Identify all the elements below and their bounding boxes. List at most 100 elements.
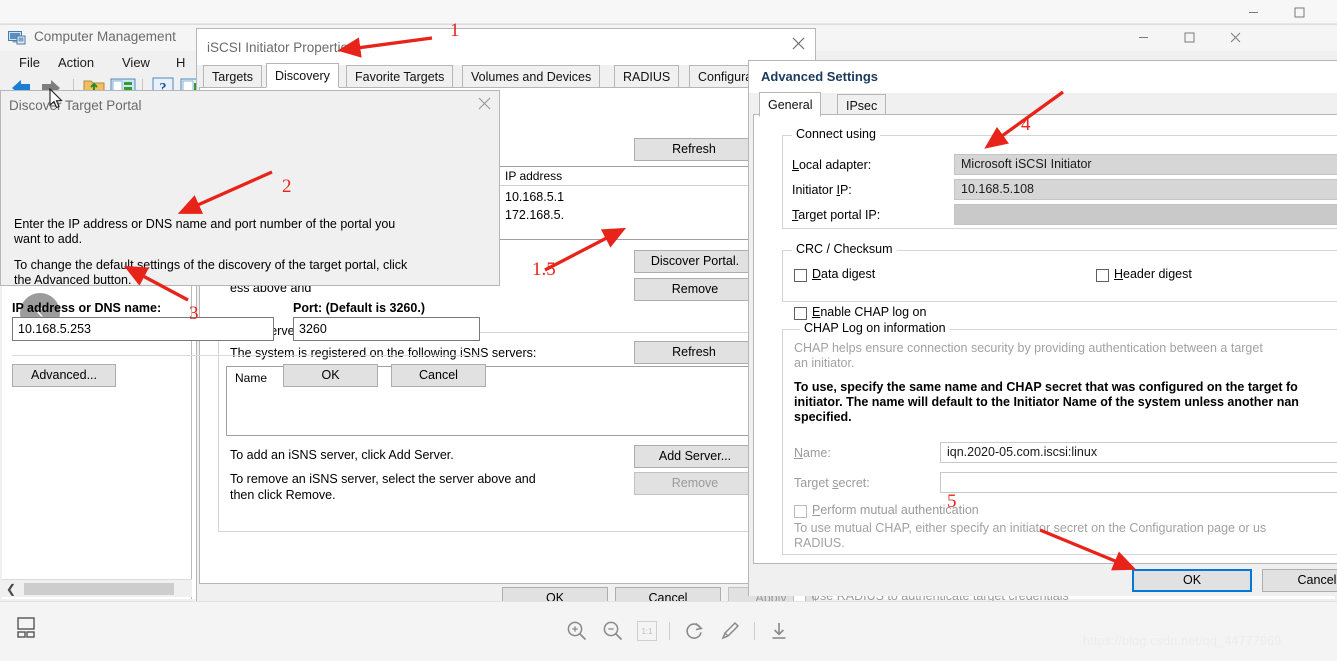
cm-maximize-button[interactable]	[1166, 25, 1212, 49]
row-1-ip: 172.168.5.	[505, 208, 565, 222]
crc-checksum-group-title: CRC / Checksum	[792, 242, 897, 256]
iscsi-titlebar: iSCSI Initiator Properties	[197, 29, 815, 65]
computer-management-title: Computer Management	[34, 29, 176, 44]
advanced-settings-dialog: Advanced Settings General IPsec Connect …	[748, 60, 1337, 604]
local-adapter-label: Local adapter:	[792, 158, 872, 172]
target-secret-label: Target secret:	[794, 476, 870, 490]
dtp-close-button[interactable]	[478, 97, 491, 115]
mutual-desc-line1: To use mutual CHAP, either specify an in…	[794, 521, 1267, 535]
initiator-ip-field[interactable]: 10.168.5.108	[954, 179, 1337, 200]
chap-name-field[interactable]: iqn.2020-05.com.iscsi:linux	[940, 442, 1337, 463]
port-label: Port: (Default is 3260.)	[293, 301, 425, 315]
ip-address-label: IP address or DNS name:	[12, 301, 162, 315]
viewer-top-bar	[0, 0, 1337, 24]
cm-close-button[interactable]	[1212, 25, 1258, 49]
add-server-button[interactable]: Add Server...	[634, 445, 756, 468]
header-digest-checkbox[interactable]	[1096, 269, 1109, 282]
column-ip-address: IP address	[505, 169, 563, 183]
adv-cancel-button[interactable]: Cancel	[1262, 569, 1337, 592]
isns-refresh-button[interactable]: Refresh	[634, 341, 754, 364]
viewer-minimize-button[interactable]	[1230, 0, 1276, 24]
isns-remove-button[interactable]: Remove	[634, 472, 756, 495]
isns-add-hint: To add an iSNS server, click Add Server.	[230, 448, 454, 462]
chap-logon-group-title: CHAP Log on information	[800, 321, 950, 335]
cm-minimize-button[interactable]	[1120, 25, 1166, 49]
row-0-ip: 10.168.5.1	[505, 190, 565, 204]
target-secret-field[interactable]	[940, 472, 1337, 493]
rotate-icon[interactable]	[682, 619, 706, 643]
target-portal-ip-label: Target portal IP:	[792, 208, 881, 222]
iscsi-tabstrip: Targets Discovery Favorite Targets Volum…	[199, 63, 815, 88]
tab-discovery[interactable]: Discovery	[266, 63, 339, 88]
console-tree-hscrollbar[interactable]: ❮	[2, 579, 192, 597]
download-icon[interactable]	[767, 619, 791, 643]
enable-chap-checkbox[interactable]	[794, 307, 807, 320]
scroll-left-arrow[interactable]: ❮	[6, 582, 16, 596]
gallery-view-icon[interactable]	[16, 617, 38, 646]
computer-management-window-controls	[1120, 25, 1258, 49]
annotation-number-4: 4	[1021, 114, 1031, 135]
toolbar-separator-2	[754, 622, 755, 640]
discover-portal-button[interactable]: Discover Portal.	[634, 250, 756, 273]
local-adapter-label-text: ocal adapter:	[798, 158, 872, 172]
tab-targets[interactable]: Targets	[203, 65, 262, 88]
isns-remove-hint-line2: then click Remove.	[230, 488, 336, 502]
zoom-out-icon[interactable]	[601, 619, 625, 643]
enable-chap-label: Enable CHAP log on	[812, 305, 927, 319]
tab-radius[interactable]: RADIUS	[614, 65, 680, 88]
chap-desc2-line2: initiator. The name will default to the …	[794, 395, 1299, 409]
dtp-titlebar: Discover Target Portal	[1, 91, 499, 123]
adv-titlebar: Advanced Settings	[749, 61, 1337, 93]
edit-pencil-icon[interactable]	[718, 619, 742, 643]
annotation-number-1-5: 1.5	[532, 259, 556, 280]
isns-heading: The system is registered on the followin…	[230, 346, 537, 360]
target-portal-ip-field[interactable]	[954, 204, 1337, 225]
advanced-button[interactable]: Advanced...	[12, 364, 116, 387]
actual-size-icon[interactable]: 1:1	[637, 621, 657, 641]
adv-ok-button[interactable]: OK	[1132, 569, 1252, 592]
remove-portal-button[interactable]: Remove	[634, 278, 756, 301]
viewer-close-button[interactable]	[1322, 0, 1337, 24]
annotation-number-2: 2	[282, 176, 292, 197]
scroll-thumb[interactable]	[24, 583, 174, 595]
tab-favorite-targets[interactable]: Favorite Targets	[346, 65, 454, 88]
discover-target-portal-dialog: Discover Target Portal Enter the IP addr…	[0, 90, 500, 387]
annotation-number-3: 3	[189, 303, 199, 324]
data-digest-label: Data digest	[812, 267, 876, 281]
dtp-separator	[12, 355, 482, 356]
initiator-ip-label: Initiator IP:	[792, 183, 852, 197]
data-digest-checkbox[interactable]	[794, 269, 807, 282]
header-digest-label: Header digest	[1114, 267, 1192, 281]
target-portals-refresh-button[interactable]: Refresh	[634, 138, 754, 161]
menu-help[interactable]: H	[171, 54, 190, 71]
viewer-toolbar: 1:1	[565, 616, 791, 646]
viewer-maximize-button[interactable]	[1276, 0, 1322, 24]
dtp-ok-button[interactable]: OK	[283, 364, 378, 387]
dtp-title: Discover Target Portal	[9, 98, 142, 113]
chap-desc1-line2: an initiator.	[794, 356, 855, 370]
chap-desc1-line1: CHAP helps ensure connection security by…	[794, 341, 1263, 355]
adv-title: Advanced Settings	[761, 69, 879, 84]
menu-action[interactable]: Action	[53, 54, 99, 71]
local-adapter-field[interactable]: Microsoft iSCSI Initiator	[954, 154, 1337, 175]
dtp-cancel-button[interactable]: Cancel	[391, 364, 486, 387]
iscsi-close-button[interactable]	[792, 37, 805, 55]
adv-footer: OK Cancel	[749, 564, 1337, 596]
watermark-url: https://blog.csdn.net/qq_44777969	[1083, 634, 1282, 648]
annotation-number-1: 1	[450, 20, 460, 41]
annotation-number-5: 5	[947, 491, 957, 512]
chap-desc2-line1: To use, specify the same name and CHAP s…	[794, 380, 1298, 394]
menu-file[interactable]: File	[14, 54, 45, 71]
connect-using-group-title: Connect using	[792, 127, 880, 141]
mutual-desc-line2: RADIUS.	[794, 536, 845, 550]
mouse-cursor-icon	[49, 87, 65, 115]
port-input[interactable]: 3260	[293, 317, 480, 341]
zoom-in-icon[interactable]	[565, 619, 589, 643]
ip-address-input[interactable]: 10.168.5.253	[12, 317, 274, 341]
perform-mutual-auth-checkbox[interactable]	[794, 505, 807, 518]
tab-volumes-and-devices[interactable]: Volumes and Devices	[462, 65, 601, 88]
menu-view[interactable]: View	[117, 54, 155, 71]
isns-column-name: Name	[235, 371, 268, 385]
adv-tab-general[interactable]: General	[759, 92, 822, 117]
viewer-window-controls	[1230, 0, 1337, 24]
